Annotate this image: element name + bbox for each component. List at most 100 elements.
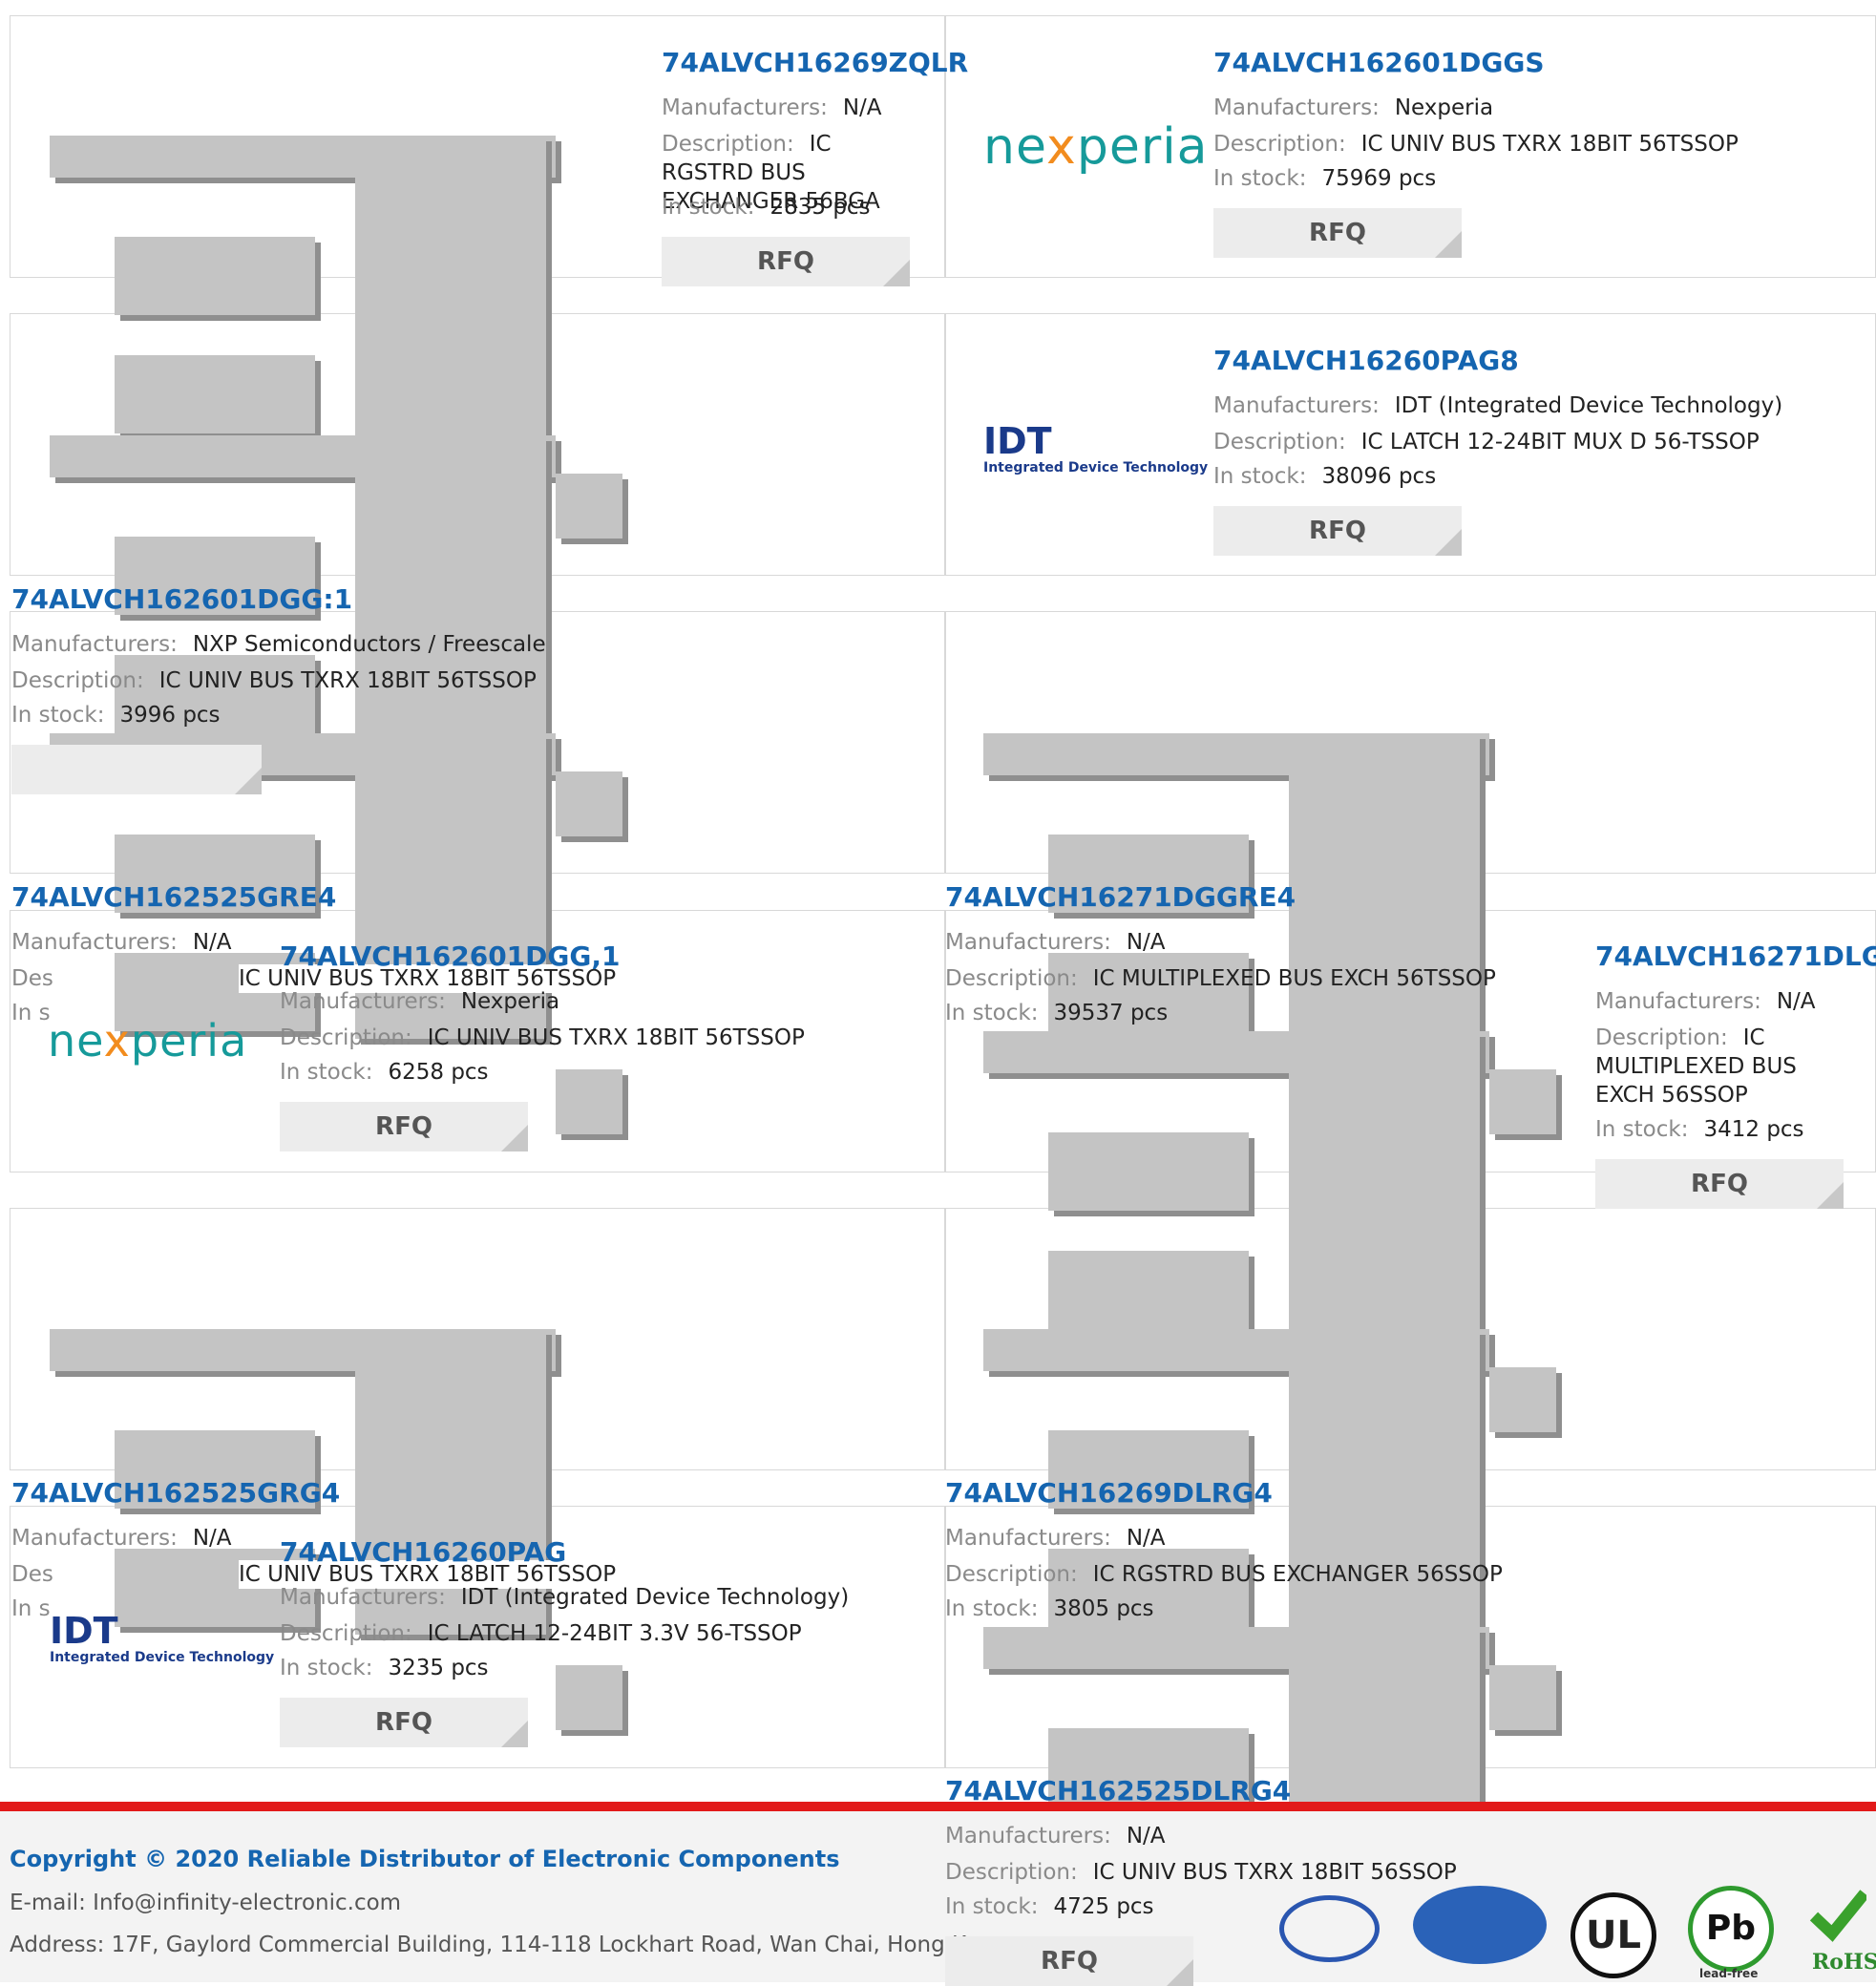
description-row: Description: IC MULTIPLEXED BUS EXCH 56SS… [1595,1024,1863,1109]
manufacturer-value: IDT (Integrated Device Technology) [460,1585,850,1610]
manufacturer-value: N/A [192,930,232,955]
manufacturer-value: Nexperia [460,989,560,1014]
manufacturer-row: Manufacturers: IDT (Integrated Device Tec… [1213,391,1782,420]
manufacturer-row: Manufacturers: Nexperia [280,987,559,1016]
manufacturer-value: N/A [1126,1526,1166,1551]
description-row: Description: IC UNIV BUS TXRX 18BIT 56SSO… [945,1858,1457,1887]
footer-email[interactable]: E-mail: Info@infinity-electronic.com [10,1891,401,1915]
stock-value: 3412 pcs [1703,1117,1804,1142]
idt-logo: IDT Integrated Device Technology [50,1610,275,1665]
rfq-button[interactable] [11,745,262,794]
manufacturer-value: NXP Semiconductors / Freescale [192,632,546,657]
manufacturer-value: N/A [842,95,882,120]
stock-label-partial: In s [11,1596,51,1621]
stock-label: In stock: [662,195,755,220]
iaf-badge-icon [1413,1886,1547,1964]
rfq-button[interactable]: RFQ [1595,1159,1844,1209]
manufacturer-label: Manufacturers: [1595,989,1761,1014]
description-label: Description: [280,1025,412,1050]
rfq-button[interactable]: RFQ [1213,506,1462,556]
manufacturer-label: Manufacturers: [280,1585,446,1610]
stock-label: In stock: [1213,464,1307,489]
manufacturer-row: Manufacturers: N/A [1595,987,1816,1016]
stock-label: In stock: [1595,1117,1689,1142]
stock-value: 3996 pcs [119,703,221,728]
product-name-link[interactable]: 74ALVCH16269ZQLR [662,48,968,78]
stock-value: 38096 pcs [1321,464,1437,489]
product-name-link[interactable]: 74ALVCH16271DGGRE4 [945,882,1296,913]
rohs-check-icon [1809,1886,1869,1943]
stock-row: In stock: 3805 pcs [945,1595,1154,1623]
stock-row: In stock: 3412 pcs [1595,1115,1804,1144]
rfq-button[interactable]: RFQ [945,1936,1193,1986]
manufacturer-row: Manufacturers: N/A [11,1524,232,1553]
description-label: Description: [945,966,1078,991]
manufacturer-label: Manufacturers: [280,989,446,1014]
stock-value: 75969 pcs [1321,166,1437,191]
manufacturer-label: Manufacturers: [662,95,828,120]
manufacturer-row: Manufacturers: IDT (Integrated Device Tec… [280,1583,849,1612]
manufacturer-row: Manufacturers: N/A [945,1524,1166,1553]
description-value: IC LATCH 12-24BIT MUX D 56-TSSOP [1360,430,1760,454]
manufacturer-label: Manufacturers: [1213,95,1380,120]
rohs-label: RoHS [1812,1950,1876,1975]
manufacturer-value: N/A [1776,989,1816,1014]
product-name-link[interactable]: 74ALVCH16269DLRG4 [945,1478,1273,1509]
product-name-link[interactable]: 74ALVCH162525DLRG4 [945,1776,1291,1806]
product-name-link[interactable]: 74ALVCH162601DGG:1 [11,584,352,615]
footer-divider [0,1802,1876,1811]
stock-row: In stock: 38096 pcs [1213,462,1436,491]
rfq-button[interactable]: RFQ [1213,208,1462,258]
stock-label: In stock: [1213,166,1307,191]
manufacturer-row: Manufacturers: NXP Semiconductors / Frees… [11,630,546,659]
description-label: Description: [1213,430,1346,454]
description-row: Description: IC UNIV BUS TXRX 18BIT 56TSS… [11,666,537,695]
manufacturer-value: IDT (Integrated Device Technology) [1394,393,1783,418]
manufacturer-label: Manufacturers: [1213,393,1380,418]
product-name-link[interactable]: 74ALVCH162601DGGS [1213,48,1545,78]
manufacturer-value: N/A [1126,930,1166,955]
lead-free-badge-icon: Pb [1688,1886,1774,1972]
description-label: Description: [1213,132,1346,157]
manufacturer-label: Manufacturers: [945,1526,1111,1551]
stock-row: In stock: 39537 pcs [945,999,1168,1027]
description-row: Des [11,964,241,993]
stock-row: In stock: 2835 pcs [662,193,871,222]
stock-row: In stock: 75969 pcs [1213,164,1436,193]
manufacturer-label: Manufacturers: [945,1824,1111,1849]
product-name-link[interactable]: 74ALVCH162525GRE4 [11,882,336,913]
product-name-link[interactable]: 74ALVCH16271DLG4 [1595,941,1876,972]
stock-value: 3235 pcs [388,1656,489,1680]
description-value: IC LATCH 12-24BIT 3.3V 56-TSSOP [427,1621,802,1646]
stock-value: 6258 pcs [388,1060,489,1085]
description-value: IC UNIV BUS TXRX 18BIT 56TSSOP [427,1025,805,1050]
manufacturer-row: Manufacturers: N/A [945,928,1166,957]
manufacturer-value: N/A [1126,1824,1166,1849]
description-row: Description: IC LATCH 12-24BIT MUX D 56-T… [1213,428,1760,456]
manufacturer-label: Manufacturers: [11,1526,178,1551]
description-label: Description: [662,132,794,157]
description-label-partial: Des [11,1562,53,1587]
ul-badge-icon: UL [1570,1892,1656,1978]
product-name-link[interactable]: 74ALVCH16260PAG [280,1537,566,1568]
stock-value: 39537 pcs [1053,1001,1169,1025]
lead-free-label: lead-free [1699,1967,1759,1980]
product-name-link[interactable]: 74ALVCH162525GRG4 [11,1478,340,1509]
stock-label: In stock: [280,1060,373,1085]
description-label: Description: [1595,1025,1728,1050]
description-value: IC MULTIPLEXED BUS EXCH 56TSSOP [1092,966,1496,991]
description-row: Description: IC UNIV BUS TXRX 18BIT 56TSS… [280,1024,805,1052]
description-label: Description: [280,1621,412,1646]
product-name-link[interactable]: 74ALVCH16260PAG8 [1213,346,1519,376]
description-row: Description: IC MULTIPLEXED BUS EXCH 56TS… [945,964,1496,993]
nexperia-logo: nexperia [983,118,1209,176]
certification-badge-icon [1279,1895,1380,1962]
manufacturer-label: Manufacturers: [11,930,178,955]
manufacturer-value: N/A [192,1526,232,1551]
manufacturer-row: Manufacturers: N/A [662,94,882,122]
rfq-button[interactable]: RFQ [662,237,910,286]
rfq-button[interactable]: RFQ [280,1698,528,1747]
rfq-button[interactable]: RFQ [280,1102,528,1151]
description-label: Description: [945,1860,1078,1885]
product-name-link[interactable]: 74ALVCH162601DGG,1 [280,941,621,972]
